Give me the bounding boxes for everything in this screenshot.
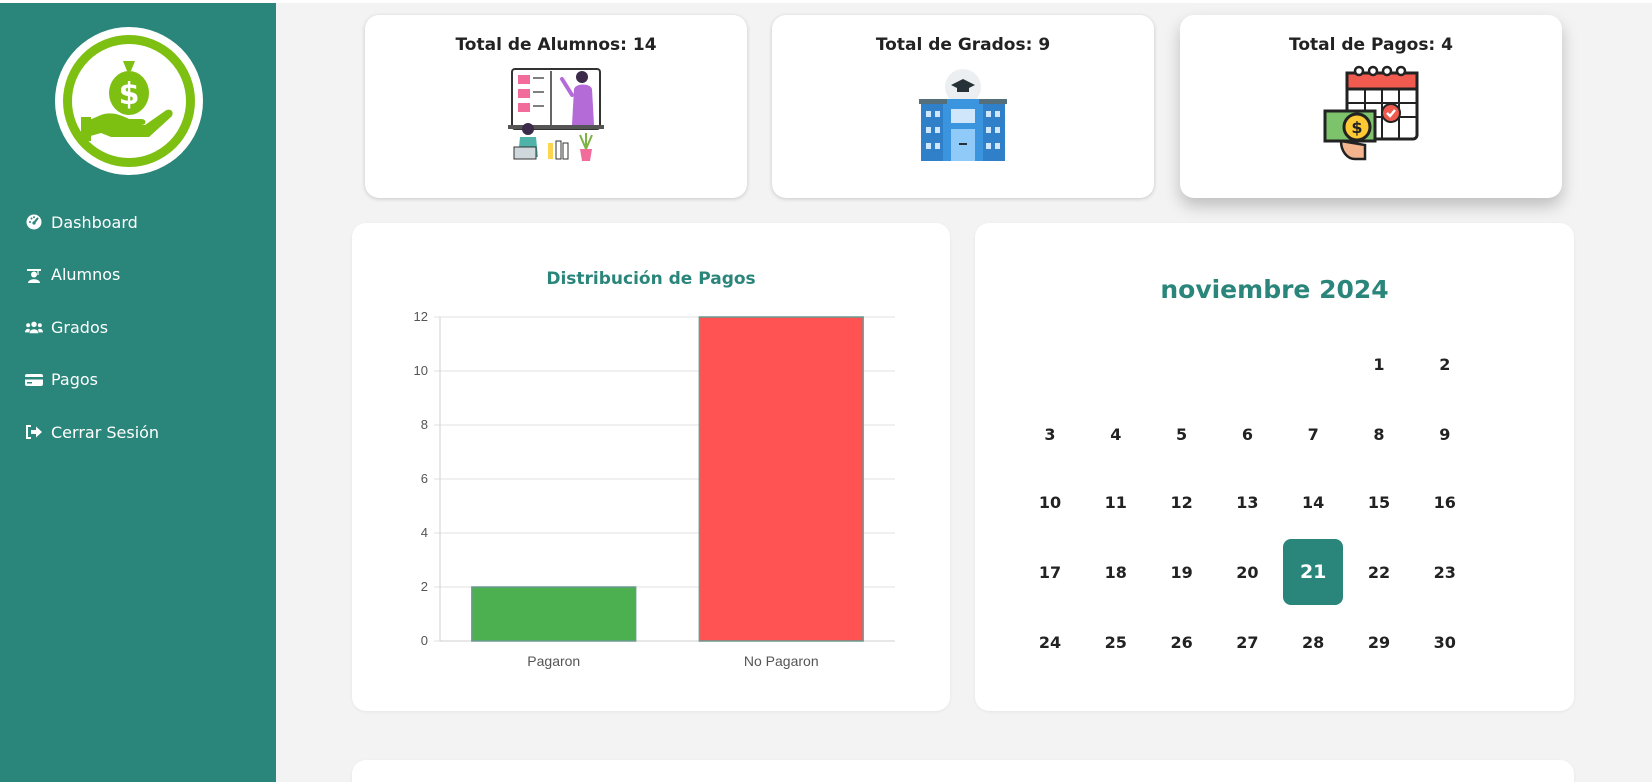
calendar-day[interactable]: 18 [1086,539,1146,605]
bar-chart: 0 2 4 6 8 10 12 Pagaron No Pagaron [414,309,895,669]
sidebar-item-label: Alumnos [51,265,121,285]
calendar-day[interactable]: 28 [1283,609,1343,675]
sidebar-item-alumnos[interactable]: Alumnos [0,249,276,302]
calendar-day[interactable]: 30 [1415,609,1475,675]
bottom-panel [352,760,1574,782]
stat-title: Total de Alumnos: 14 [455,35,657,55]
sidebar-item-pagos[interactable]: Pagos [0,354,276,407]
sidebar-item-label: Pagos [51,370,99,390]
calendar-day[interactable]: 26 [1152,609,1212,675]
calendar-day[interactable]: 4 [1086,401,1146,467]
calendar-day[interactable]: 8 [1349,401,1409,467]
online-class-illustration-icon [508,68,604,161]
calendar-day[interactable]: 15 [1349,469,1409,535]
calendar-day[interactable]: 10 [1020,469,1080,535]
calendar-day[interactable]: 17 [1020,539,1080,605]
credit-card-icon [25,371,43,389]
calendar-day[interactable]: 12 [1152,469,1212,535]
calendar-day[interactable]: 25 [1086,609,1146,675]
sidebar-item-cerrar-sesion[interactable]: Cerrar Sesión [0,406,276,459]
calendar-day[interactable]: 1 [1349,331,1409,397]
y-tick-label: 0 [421,633,428,648]
y-tick-label: 2 [421,579,428,594]
calendar-day[interactable]: 24 [1020,609,1080,675]
x-tick-label: Pagaron [527,653,580,669]
sidebar-nav: Dashboard Alumnos Grados Pagos Cerrar Se… [0,196,276,459]
users-group-icon [25,318,43,336]
calendar-day[interactable]: 9 [1415,401,1475,467]
sign-out-icon [25,423,43,441]
svg-text:$: $ [1351,118,1362,137]
sidebar-item-label: Dashboard [51,212,138,232]
bar-no-pagaron [698,316,864,642]
sidebar-item-dashboard[interactable]: Dashboard [0,196,276,249]
sidebar-item-label: Cerrar Sesión [51,422,160,442]
calendar-day[interactable]: 13 [1217,469,1277,535]
calendar-day[interactable]: 22 [1349,539,1409,605]
stat-card-alumnos[interactable]: Total de Alumnos: 14 [365,15,747,198]
calendar-day-today[interactable]: 21 [1283,539,1344,605]
y-tick-label: 12 [414,309,428,324]
logo: $ [55,27,203,175]
calendar-day[interactable]: 23 [1415,539,1475,605]
sidebar-item-label: Grados [51,317,109,337]
dashboard-gauge-icon [25,213,43,231]
sidebar: $ Dashboard Alumnos Grados Pagos Cerrar … [0,3,276,782]
sidebar-item-grados[interactable]: Grados [0,301,276,354]
y-tick-label: 8 [421,417,428,432]
y-tick-label: 6 [421,471,428,486]
school-building-icon [919,69,1007,161]
calendar-day[interactable]: 27 [1217,609,1277,675]
bar-pagaron [471,586,637,642]
calendar-day[interactable]: 6 [1217,401,1277,467]
calendar-payment-icon: $ [1323,65,1419,161]
calendar-day[interactable]: 14 [1283,469,1343,535]
calendar-day[interactable]: 19 [1152,539,1212,605]
calendar-panel: noviembre 2024 1 2 3 4 5 6 7 8 9 10 11 12 13 14 15 16 17… [975,223,1574,711]
x-tick-label: No Pagaron [744,653,819,669]
calendar-day[interactable]: 5 [1152,401,1212,467]
calendar-day[interactable]: 29 [1349,609,1409,675]
calendar-day[interactable]: 7 [1283,401,1343,467]
calendar-day[interactable]: 11 [1086,469,1146,535]
stat-card-grados[interactable]: Total de Grados: 9 [772,15,1154,198]
calendar-day[interactable]: 3 [1020,401,1080,467]
calendar-day[interactable]: 2 [1415,331,1475,397]
calendar-day[interactable]: 16 [1415,469,1475,535]
calendar-day[interactable]: 20 [1217,539,1277,605]
student-icon [25,266,43,284]
y-tick-label: 10 [414,363,428,378]
y-tick-label: 4 [421,525,428,540]
svg-text:$: $ [119,77,140,112]
stat-title: Total de Grados: 9 [875,35,1051,55]
stat-card-pagos[interactable]: Total de Pagos: 4 $ [1180,15,1562,198]
chart-panel: Distribución de Pagos 0 2 4 6 8 10 12 Pagaron No… [352,223,950,711]
calendar-title: noviembre 2024 [1160,275,1389,304]
money-bag-hand-icon: $ [81,61,173,141]
stat-title: Total de Pagos: 4 [1289,35,1453,55]
